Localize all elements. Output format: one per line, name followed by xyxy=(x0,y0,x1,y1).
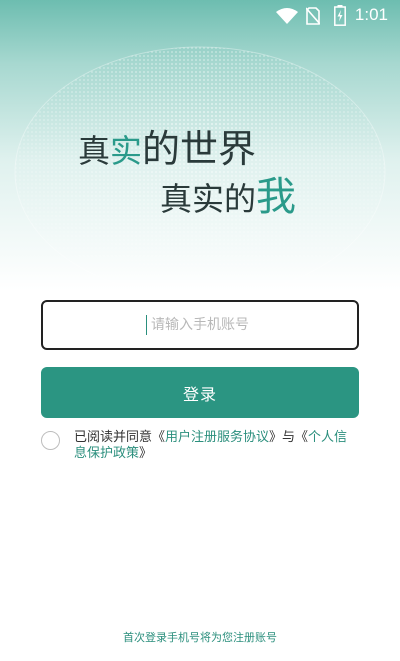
no-sim-icon xyxy=(306,7,320,25)
agreement-suffix: 》 xyxy=(139,446,153,461)
headline-accent-char: 我 xyxy=(256,174,297,220)
hero-headline: 真实的世界 真实的我 xyxy=(0,0,400,260)
user-agreement-link[interactable]: 用户注册服务协议 xyxy=(165,430,269,445)
status-bar: 1:01 xyxy=(0,0,400,32)
headline-text: 真实的 xyxy=(160,180,257,218)
agreement-text: 已阅读并同意《用户注册服务协议》与《个人信息保护政策》 xyxy=(74,430,360,462)
clock: 1:01 xyxy=(354,5,388,24)
headline-accent-char: 实 xyxy=(110,132,143,170)
login-button[interactable]: 登录 xyxy=(41,367,359,418)
registration-note: 首次登录手机号将为您注册账号 xyxy=(123,631,277,644)
hero-banner: 真实的世界 真实的我 xyxy=(0,0,400,290)
agreement-middle: 》与《 xyxy=(269,430,309,445)
headline-line-2: 真实的我 xyxy=(160,164,296,222)
agreement-prefix: 已阅读并同意《 xyxy=(74,430,166,445)
phone-input[interactable] xyxy=(41,300,359,350)
headline-char: 真 xyxy=(78,132,111,170)
text-cursor xyxy=(146,315,147,335)
battery-charging-icon xyxy=(334,5,346,26)
wifi-icon xyxy=(276,8,298,24)
agreement-checkbox[interactable] xyxy=(41,431,60,450)
